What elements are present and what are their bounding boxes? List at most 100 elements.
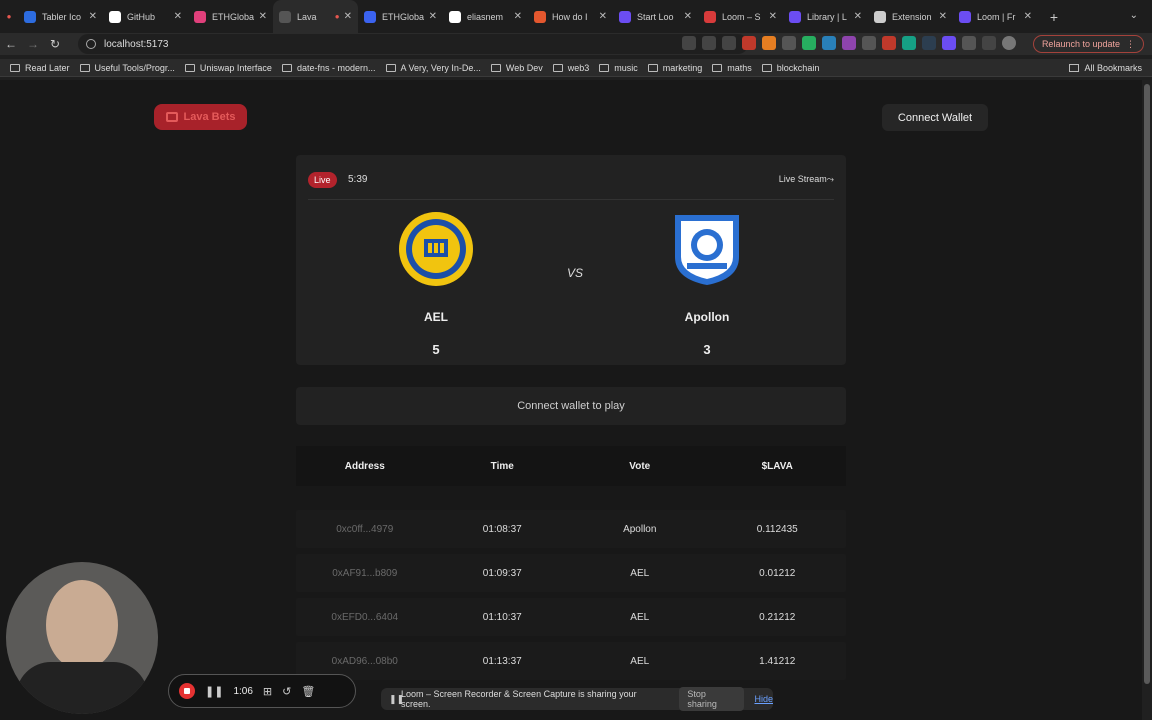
- tab-favicon-icon: [364, 10, 376, 23]
- tab-3[interactable]: Lava ● ✕: [273, 0, 358, 33]
- cell-vote: Apollon: [623, 523, 657, 535]
- extension-icon[interactable]: [822, 36, 836, 50]
- bookmark-item[interactable]: Web Dev: [490, 63, 543, 73]
- hide-sharing-link[interactable]: Hide: [754, 694, 773, 704]
- bookmark-item[interactable]: A Very, Very In-De...: [385, 62, 481, 73]
- tab-0[interactable]: Tabler Ico ✕: [18, 0, 103, 33]
- extension-icon[interactable]: [902, 36, 916, 50]
- restart-icon[interactable]: ↺: [282, 685, 291, 698]
- live-stream-link[interactable]: Live Stream⤳: [779, 174, 834, 185]
- extension-icon[interactable]: [882, 36, 896, 50]
- tab-search-icon[interactable]: ⌄: [1130, 10, 1138, 21]
- folder-icon: [712, 63, 723, 72]
- toolbar: ← → ↻ localhost:5173 Relaunch to update …: [0, 33, 1152, 55]
- screen-sharing-bar: ❚❚ Loom – Screen Recorder & Screen Captu…: [381, 687, 773, 711]
- bookmark-item[interactable]: Useful Tools/Progr...: [79, 63, 175, 73]
- pause-icon[interactable]: ❚❚: [205, 685, 223, 698]
- bookmark-item[interactable]: Read Later: [10, 63, 70, 73]
- extension-icon[interactable]: [922, 36, 936, 50]
- address-text: localhost:5173: [104, 38, 169, 50]
- bookmark-item[interactable]: marketing: [647, 63, 702, 73]
- stop-recording-button[interactable]: [179, 683, 195, 699]
- tab-10[interactable]: Extension ✕: [868, 0, 953, 33]
- close-tab-icon[interactable]: ✕: [599, 11, 607, 22]
- bookmark-item[interactable]: Uniswap Interface: [184, 63, 272, 73]
- recording-timer: 1:06: [233, 685, 253, 697]
- trash-icon[interactable]: 🗑: [301, 685, 315, 698]
- extension-icon[interactable]: [782, 36, 796, 50]
- star-icon[interactable]: [722, 36, 736, 50]
- extension-icon[interactable]: [802, 36, 816, 50]
- side-panel-icon[interactable]: [982, 36, 996, 50]
- puzzle-icon[interactable]: [962, 36, 976, 50]
- bookmark-item[interactable]: date-fns - modern...: [281, 63, 376, 73]
- close-tab-icon[interactable]: ✕: [1024, 11, 1032, 22]
- extension-icon[interactable]: [942, 36, 956, 50]
- stop-sharing-button[interactable]: Stop sharing: [679, 687, 745, 711]
- tab-5[interactable]: eliasnem ✕: [443, 0, 528, 33]
- address-bar[interactable]: localhost:5173: [78, 34, 748, 54]
- folder-icon: [552, 63, 563, 72]
- extension-icon[interactable]: [842, 36, 856, 50]
- scrollbar-thumb[interactable]: [1144, 84, 1150, 684]
- webcam-bubble[interactable]: [6, 562, 158, 714]
- table-row: 0xEFD0...6404 01:10:37 AEL 0.21212: [296, 598, 846, 636]
- recording-dot-icon: ●: [334, 12, 340, 21]
- cell-address: 0xAF91...b809: [332, 567, 398, 579]
- all-bookmarks[interactable]: All Bookmarks: [1069, 63, 1142, 73]
- close-tab-icon[interactable]: ✕: [344, 11, 352, 22]
- close-tab-icon[interactable]: ✕: [429, 11, 437, 22]
- close-tab-icon[interactable]: ✕: [514, 11, 522, 22]
- connect-wallet-button[interactable]: Connect Wallet: [882, 104, 988, 131]
- lava-logo-icon: [165, 112, 178, 122]
- site-info-icon[interactable]: [86, 39, 96, 49]
- tab-11[interactable]: Loom | Fr ✕: [953, 0, 1038, 33]
- close-tab-icon[interactable]: ✕: [769, 11, 777, 22]
- table-header: Address Time Vote $LAVA: [296, 446, 846, 486]
- forward-icon[interactable]: →: [22, 37, 44, 51]
- bookmark-label: A Very, Very In-De...: [400, 62, 481, 73]
- close-tab-icon[interactable]: ✕: [939, 11, 947, 22]
- camera-icon[interactable]: [682, 36, 696, 50]
- back-icon[interactable]: ←: [0, 37, 22, 51]
- bookmark-item[interactable]: blockchain: [761, 62, 820, 73]
- column-header-time: Time: [490, 460, 514, 472]
- close-tab-icon[interactable]: ✕: [174, 11, 182, 22]
- extension-icon[interactable]: [862, 36, 876, 50]
- close-tab-icon[interactable]: ✕: [684, 11, 692, 22]
- bookmark-item[interactable]: maths: [712, 63, 752, 73]
- tab-label: Loom | Fr: [977, 11, 1016, 22]
- extension-icon[interactable]: [762, 36, 776, 50]
- bookmark-label: blockchain: [776, 62, 820, 73]
- tab-8[interactable]: Loom – S ✕: [698, 0, 783, 33]
- avatar[interactable]: [1002, 36, 1016, 50]
- tab-2[interactable]: ETHGloba ✕: [188, 0, 273, 33]
- sharing-message: Loom – Screen Recorder & Screen Capture …: [401, 689, 637, 709]
- extension-icon[interactable]: [742, 36, 756, 50]
- tab-favicon-icon: [449, 10, 461, 23]
- tab-label: Library | L: [807, 11, 847, 22]
- cell-lava: 0.01212: [759, 567, 796, 579]
- tab-1[interactable]: GitHub ✕: [103, 0, 188, 33]
- bookmark-item[interactable]: web3: [552, 63, 589, 73]
- close-tab-icon[interactable]: ✕: [854, 11, 862, 22]
- new-tab-button[interactable]: +: [1044, 9, 1064, 25]
- brand-logo[interactable]: Lava Bets: [154, 104, 247, 130]
- share-icon[interactable]: [702, 36, 716, 50]
- tab-label: Extension: [892, 11, 932, 22]
- close-tab-icon[interactable]: ✕: [89, 11, 97, 22]
- tab-6[interactable]: How do I ✕: [528, 0, 613, 33]
- tab-9[interactable]: Library | L ✕: [783, 0, 868, 33]
- close-tab-icon[interactable]: ✕: [259, 11, 267, 22]
- grid-icon[interactable]: ⊞: [263, 685, 272, 698]
- tab-7[interactable]: Start Loo ✕: [613, 0, 698, 33]
- scrollbar[interactable]: [1142, 80, 1152, 720]
- folder-icon: [599, 63, 610, 72]
- relaunch-button[interactable]: Relaunch to update ⋮: [1032, 35, 1144, 53]
- tab-4[interactable]: ETHGloba ✕: [358, 0, 443, 33]
- bookmark-item[interactable]: music: [599, 63, 638, 73]
- bookmark-label: maths: [727, 62, 752, 73]
- connect-to-play-button[interactable]: Connect wallet to play: [296, 387, 846, 425]
- live-badge: Live: [308, 172, 337, 188]
- reload-icon[interactable]: ↻: [44, 37, 66, 51]
